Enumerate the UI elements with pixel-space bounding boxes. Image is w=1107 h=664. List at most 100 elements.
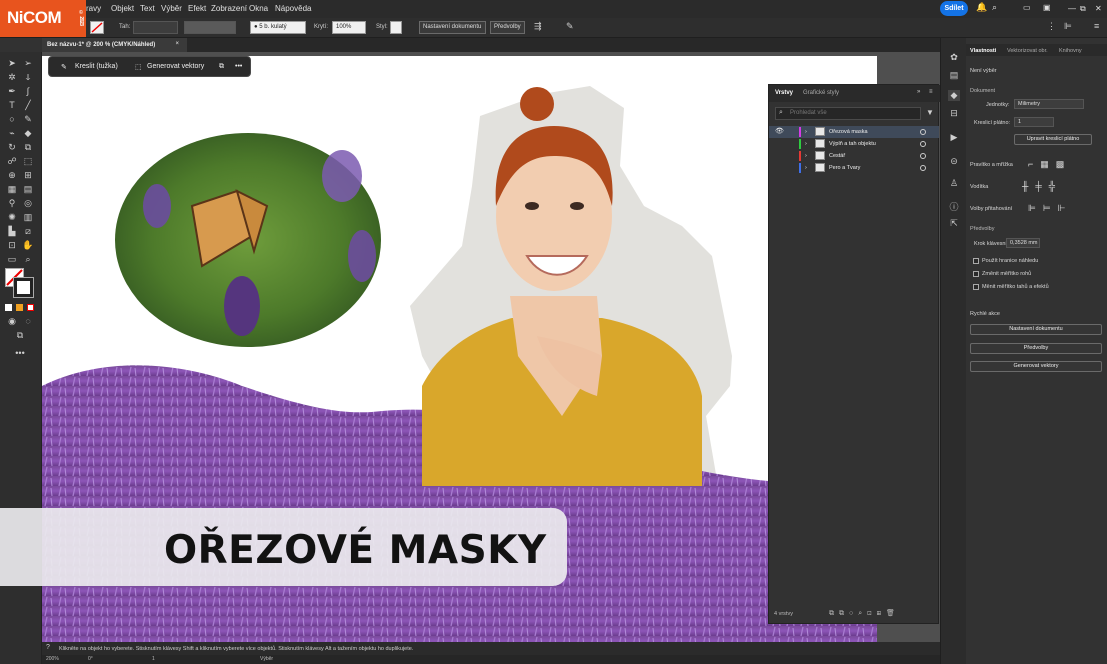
bell-icon[interactable]: 🔔 — [976, 2, 987, 13]
links-icon[interactable]: ⊝ — [948, 156, 960, 167]
style-swatch[interactable] — [390, 21, 402, 34]
zoom-tool-icon[interactable]: ⌕ — [22, 254, 34, 265]
artboard-nav[interactable]: 1 — [152, 656, 155, 662]
document-tab[interactable]: Bez názvu-1* @ 200 % (CMYK/Náhled) × — [42, 38, 187, 52]
edit-artboards-button[interactable]: Upravit kreslicí plátno — [1014, 134, 1092, 145]
align-right-icon[interactable]: ⊫ — [1064, 21, 1072, 32]
close-tab-icon[interactable]: × — [175, 41, 179, 47]
gradient-mode-icon[interactable] — [16, 304, 23, 311]
menu-item-edit[interactable]: ravy — [86, 4, 101, 13]
puppet-icon[interactable]: ♙ — [948, 178, 960, 189]
eyedropper-icon[interactable]: ⚲ — [6, 198, 18, 209]
search-icon[interactable]: ⌕ — [992, 2, 997, 13]
tab-graphic-styles[interactable]: Grafické styly — [803, 90, 839, 96]
eraser-tool-icon[interactable]: ◆ — [22, 128, 34, 139]
curvature-tool-icon[interactable]: ∫ — [22, 86, 34, 97]
variable-width-select[interactable] — [184, 21, 236, 34]
close-icon[interactable]: ✕ — [1095, 4, 1102, 13]
menu-item-window[interactable]: Okna — [249, 4, 268, 13]
info-icon[interactable]: ⓘ — [948, 202, 960, 213]
artboard-tool-icon[interactable]: ⊡ — [6, 240, 18, 251]
minimize-icon[interactable]: — — [1068, 4, 1076, 13]
pen-tool-icon[interactable]: ✒ — [6, 86, 18, 97]
tab-libraries[interactable]: Knihovny — [1059, 48, 1082, 54]
more-tools-icon[interactable]: ••• — [14, 348, 26, 359]
target-icon[interactable] — [920, 165, 926, 171]
draw-behind-icon[interactable]: ◌ — [22, 316, 34, 327]
shape-builder-icon[interactable]: ⊕ — [6, 170, 18, 181]
artboard-select[interactable]: 1 — [1014, 117, 1054, 127]
ruler-grid-icons[interactable]: ⌐▦▩ — [1028, 159, 1071, 170]
artboards-icon[interactable]: ⊟ — [948, 108, 960, 119]
screen-mode-icon[interactable]: ⧉ — [14, 330, 26, 341]
tab-vectorize[interactable]: Vektorizovat obr. — [1007, 48, 1048, 54]
arrange-icon[interactable]: ▣ — [1043, 3, 1051, 12]
generate-vectors-button-2[interactable]: Generovat vektory — [970, 361, 1102, 372]
brush-tool-icon[interactable]: ✎ — [22, 114, 34, 125]
target-icon[interactable] — [920, 129, 926, 135]
panel-menu-icon[interactable]: ≡ — [1094, 21, 1099, 31]
panel-menu-icon[interactable]: ≡ — [929, 89, 933, 95]
expand-icon[interactable]: › — [805, 126, 807, 138]
layer-row[interactable]: 👁 › Ořezová maska — [769, 126, 939, 138]
menu-item-text[interactable]: Text — [140, 4, 155, 13]
symbol-sprayer-icon[interactable]: ✺ — [6, 212, 18, 223]
generate-vectors-button[interactable]: Generovat vektory — [147, 63, 204, 70]
type-tool-icon[interactable]: T — [6, 100, 18, 111]
swatches-icon[interactable]: ▤ — [948, 70, 960, 81]
checkbox-preview-bounds[interactable] — [973, 258, 979, 264]
restore-icon[interactable]: ⧉ — [1080, 4, 1086, 14]
filter-icon[interactable]: ▼ — [926, 108, 934, 117]
more-options-button[interactable]: ••• — [235, 63, 242, 70]
document-setup-button[interactable]: Nastavení dokumentu — [419, 21, 486, 34]
hand-tool-icon[interactable]: ✋ — [22, 240, 34, 251]
tab-layers[interactable]: Vrstvy — [775, 90, 793, 96]
ellipse-tool-icon[interactable]: ○ — [6, 114, 18, 125]
zoom-select[interactable]: 200% — [46, 656, 59, 662]
share-button[interactable]: Sdílet — [940, 1, 968, 16]
align-icon[interactable]: ⇶ — [534, 21, 542, 32]
warp-tool-icon[interactable]: ☍ — [6, 156, 18, 167]
transform-icon[interactable]: ⋮ — [1047, 21, 1056, 32]
expand-icon[interactable]: › — [805, 138, 807, 150]
menu-item-view[interactable]: Zobrazení — [211, 4, 247, 13]
stroke-color-icon[interactable] — [13, 277, 34, 298]
layers-icon[interactable]: ◆ — [948, 90, 960, 101]
butterfly-oval-image[interactable] — [115, 133, 381, 347]
magic-wand-icon[interactable]: ✲ — [6, 72, 18, 83]
column-graph-icon[interactable]: ▥ — [22, 212, 34, 223]
direct-selection-tool-icon[interactable]: ➢ — [22, 58, 34, 69]
actions-icon[interactable]: ▶ — [948, 132, 960, 143]
blend-tool-icon[interactable]: ◎ — [22, 198, 34, 209]
preferences-button[interactable]: Předvolby — [490, 21, 525, 34]
layer-actions-icons[interactable]: ⧉⧉○⌕⊡⊞🗑 — [829, 609, 900, 618]
color-panel-icon[interactable]: ✿ — [948, 52, 960, 63]
expand-icon[interactable]: › — [805, 150, 807, 162]
guides-icons[interactable]: ╫╪╬ — [1022, 181, 1062, 191]
layer-row[interactable]: › Cestář — [769, 150, 939, 162]
none-mode-icon[interactable] — [27, 304, 34, 311]
draw-mode-icon[interactable]: ◉ — [6, 316, 18, 327]
layer-row[interactable]: › Výplň a tah objektu — [769, 138, 939, 150]
opacity-input[interactable]: 100% — [332, 21, 366, 34]
settings-icon[interactable]: ⧉ — [219, 63, 224, 71]
layer-row[interactable]: › Pero a Tvary — [769, 162, 939, 174]
layers-search-input[interactable]: Prohledat vše — [775, 107, 921, 120]
expand-icon[interactable]: › — [805, 162, 807, 174]
target-icon[interactable] — [920, 153, 926, 159]
menu-item-select[interactable]: Výběr — [161, 4, 182, 13]
edit-icon[interactable]: ✎ — [566, 21, 574, 32]
export-icon[interactable]: ⇱ — [948, 218, 960, 229]
rotate-tool-icon[interactable]: ↻ — [6, 142, 18, 153]
scale-tool-icon[interactable]: ⧉ — [22, 142, 34, 153]
shaper-tool-icon[interactable]: ⌁ — [6, 128, 18, 139]
checkbox-scale-corners[interactable] — [973, 271, 979, 277]
preferences-button-2[interactable]: Předvolby — [970, 343, 1102, 354]
gradient-tool-icon[interactable]: ▤ — [22, 184, 34, 195]
slice-tool-icon[interactable]: ⧄ — [22, 226, 34, 237]
document-setup-button-2[interactable]: Nastavení dokumentu — [970, 324, 1102, 335]
rotation-select[interactable]: 0° — [88, 656, 93, 662]
nudge-input[interactable]: 0,3528 mm — [1006, 238, 1040, 248]
color-mode-icon[interactable] — [5, 304, 12, 311]
perspective-icon[interactable]: ⊞ — [22, 170, 34, 181]
